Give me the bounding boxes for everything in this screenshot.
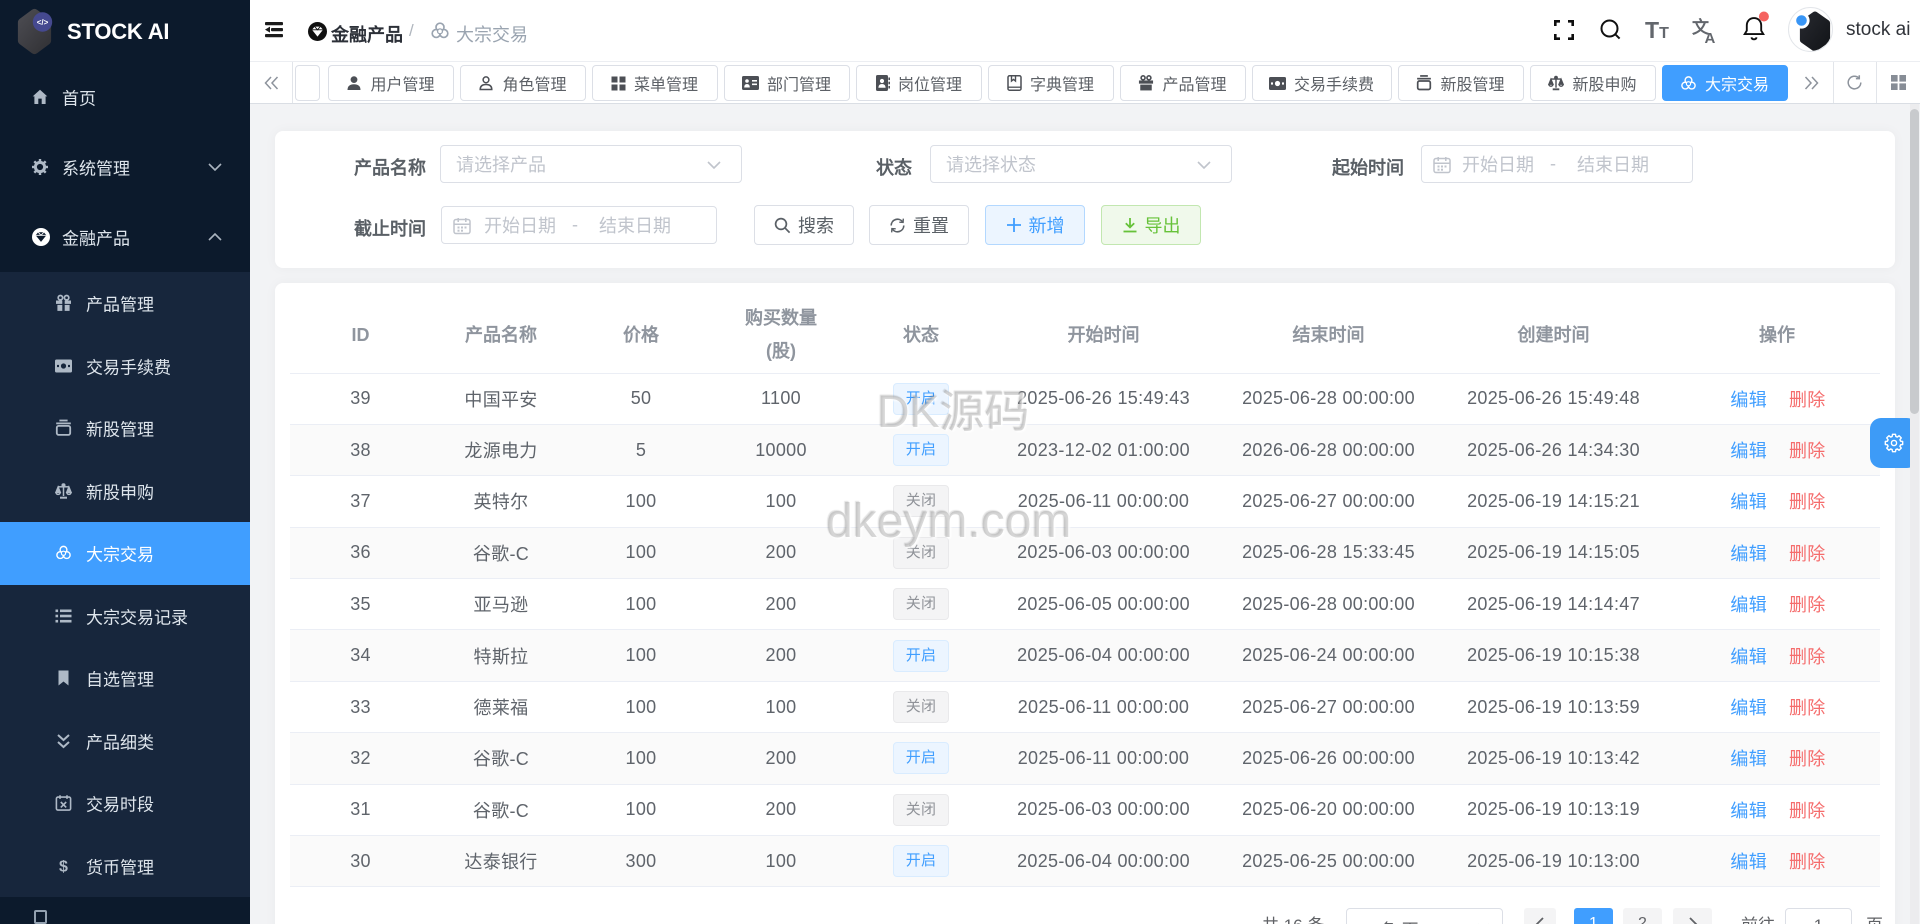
svg-text:A: A xyxy=(1705,30,1716,44)
svg-text:$: $ xyxy=(59,858,68,874)
svg-text:</>: </> xyxy=(37,18,49,27)
